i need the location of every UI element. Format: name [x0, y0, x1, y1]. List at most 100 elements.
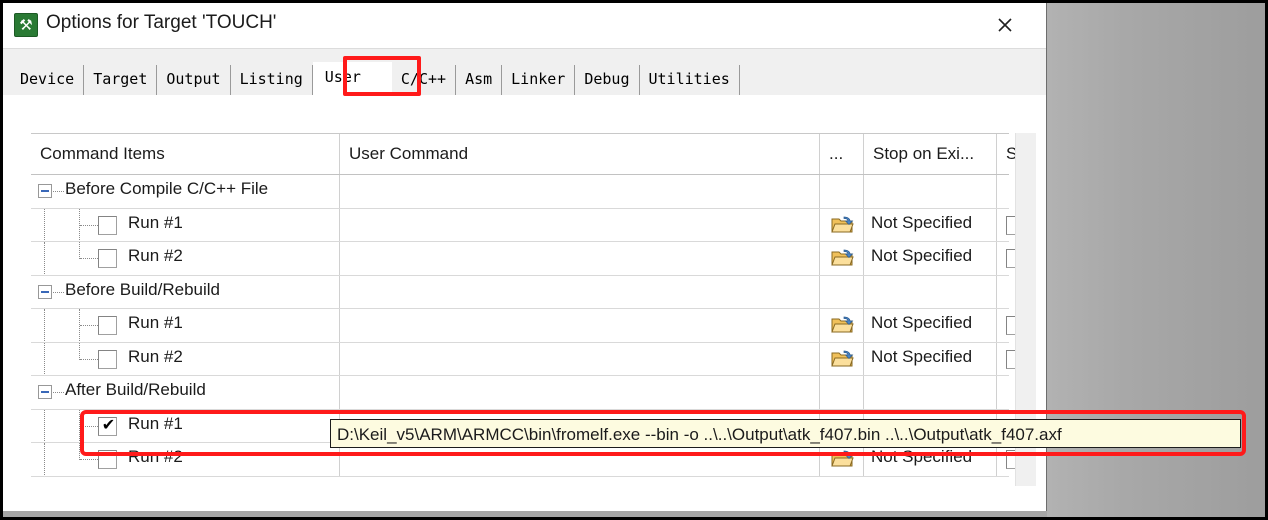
keil-uvision-icon: ⚒	[14, 13, 38, 37]
run-label: Run #2	[128, 346, 183, 366]
user-command-input-value: D:\Keil_v5\ARM\ARMCC\bin\fromelf.exe --b…	[337, 425, 1062, 444]
tree-connector-line	[79, 342, 81, 360]
cell-command-items: ✔ Run #1	[31, 409, 339, 442]
stop-on-exit-value: Not Specified	[871, 346, 973, 366]
tree-connector-line	[53, 191, 64, 193]
tab-linker[interactable]: Linker	[502, 65, 576, 95]
tab-strip: Device Target Output Listing User C/C++ Asm Lin…	[3, 48, 1046, 96]
run-label: Run #2	[128, 246, 183, 265]
column-header-stop-on-exit[interactable]: Stop on Exi...	[863, 134, 996, 174]
folder-open-icon[interactable]	[831, 350, 854, 368]
group-label: Before Build/Rebuild	[65, 279, 220, 299]
cell-command-items: After Build/Rebuild	[31, 376, 339, 409]
cell-stop-on-exit[interactable]	[863, 175, 996, 208]
tab-list: Device Target Output Listing User C/C++ Asm Lin…	[11, 61, 740, 95]
cell-command-items: Before Compile C/C++ File	[31, 175, 339, 208]
run-enable-checkbox[interactable]: ✔	[98, 415, 117, 436]
grid-group-row[interactable]: Before Compile C/C++ File	[31, 175, 1009, 209]
cell-command-items: Before Build/Rebuild	[31, 276, 339, 309]
tree-connector-line	[80, 459, 98, 461]
run-label: Run #2	[128, 447, 183, 466]
cell-stop-on-exit[interactable]	[863, 376, 996, 409]
cell-browse[interactable]	[819, 342, 863, 375]
close-icon[interactable]	[983, 9, 1027, 41]
run-enable-checkbox[interactable]	[98, 316, 117, 335]
stop-on-exit-value: Not Specified	[871, 212, 973, 232]
run-enable-checkbox[interactable]	[98, 215, 117, 235]
cell-user-command[interactable]	[339, 242, 819, 275]
grid-header-row: Command Items User Command... Stop on Exi.…	[31, 134, 1032, 175]
dialog-client-area: Command Items User Command... Stop on Exi.…	[3, 95, 1046, 511]
cell-user-command[interactable]	[339, 309, 819, 342]
tab-utilities[interactable]: Utilities	[639, 65, 740, 95]
run-label: Run #1	[128, 212, 183, 232]
grid-item-row[interactable]: Run #2 Not Specified	[31, 443, 1025, 477]
run-enable-checkbox[interactable]	[98, 349, 117, 369]
tree-connector-line	[44, 309, 46, 342]
cell-command-items: Run #1	[31, 309, 339, 342]
cell-browse[interactable]	[819, 242, 863, 275]
tab-target[interactable]: Target	[84, 65, 158, 95]
tree-connector-line	[44, 443, 46, 476]
tab-output[interactable]: Output	[157, 65, 231, 95]
folder-open-icon[interactable]	[831, 249, 854, 267]
cell-command-items: Run #2	[31, 443, 339, 476]
cell-user-command[interactable]	[339, 342, 819, 375]
cell-user-command[interactable]	[339, 275, 819, 308]
tree-connector-line	[44, 409, 46, 442]
grid-item-row[interactable]: Run #2 Not Specified	[31, 242, 1025, 276]
cell-user-command[interactable]	[339, 208, 819, 241]
screenshot-canvas: ⚒ Options for Target 'TOUCH' Device Targe…	[0, 0, 1268, 520]
cell-browse	[819, 275, 863, 308]
tab-debug[interactable]: Debug	[575, 65, 640, 95]
cell-stop-on-exit[interactable]	[863, 275, 996, 308]
window-title: Options for Target 'TOUCH'	[46, 12, 277, 33]
cell-stop-on-exit[interactable]: Not Specified	[863, 309, 996, 342]
tree-collapse-icon[interactable]	[38, 284, 52, 299]
run-enable-checkbox[interactable]	[98, 249, 117, 268]
cell-browse[interactable]	[819, 208, 863, 241]
folder-open-icon[interactable]	[831, 216, 854, 234]
tree-connector-line	[44, 208, 46, 241]
run-label: Run #1	[128, 313, 183, 332]
tree-connector-line	[53, 291, 64, 294]
cell-user-command[interactable]	[339, 175, 819, 208]
folder-open-icon[interactable]	[831, 316, 854, 334]
grid-group-row[interactable]: Before Build/Rebuild	[31, 275, 1009, 309]
cell-browse	[819, 376, 863, 409]
grid-item-row[interactable]: Run #2 Not Specified	[31, 342, 1025, 376]
run-label: Run #1	[128, 413, 183, 433]
tree-connector-line	[79, 443, 81, 460]
grid-item-row[interactable]: Run #1 Not Specified	[31, 208, 1025, 242]
cell-stop-on-exit[interactable]: Not Specified	[863, 242, 996, 275]
tree-connector-line	[44, 342, 46, 375]
tab-device[interactable]: Device	[11, 65, 85, 95]
keil-uvision-icon-glyph: ⚒	[19, 16, 33, 34]
tree-collapse-icon[interactable]	[38, 385, 52, 399]
group-label: After Build/Rebuild	[65, 380, 206, 399]
cell-user-command[interactable]	[339, 376, 819, 409]
folder-open-icon[interactable]	[831, 450, 854, 468]
cell-browse	[819, 175, 863, 208]
column-header-user-command[interactable]: User Command	[339, 134, 819, 174]
tree-connector-line	[44, 242, 46, 275]
cell-browse[interactable]	[819, 309, 863, 342]
user-command-input[interactable]: D:\Keil_v5\ARM\ARMCC\bin\fromelf.exe --b…	[330, 419, 1241, 448]
cell-stop-on-exit[interactable]: Not Specified	[863, 342, 996, 375]
cell-command-items: Run #2	[31, 342, 339, 375]
run-enable-checkbox[interactable]	[98, 450, 117, 469]
tab-listing[interactable]: Listing	[230, 65, 313, 95]
tab-asm[interactable]: Asm	[456, 65, 503, 95]
tab-user[interactable]: User	[312, 62, 392, 95]
cell-command-items: Run #1	[31, 208, 339, 241]
column-header-browse[interactable]: ...	[819, 134, 863, 174]
tree-connector-line	[80, 425, 98, 428]
tree-collapse-icon[interactable]	[38, 184, 52, 198]
stop-on-exit-value: Not Specified	[871, 246, 973, 265]
tab-c-c[interactable]: C/C++	[391, 65, 457, 95]
column-header-command-items[interactable]: Command Items	[31, 134, 339, 174]
tree-connector-line	[80, 358, 98, 361]
grid-item-row[interactable]: Run #1 Not Specified	[31, 309, 1025, 343]
grid-group-row[interactable]: After Build/Rebuild	[31, 376, 1009, 410]
cell-stop-on-exit[interactable]: Not Specified	[863, 208, 996, 241]
